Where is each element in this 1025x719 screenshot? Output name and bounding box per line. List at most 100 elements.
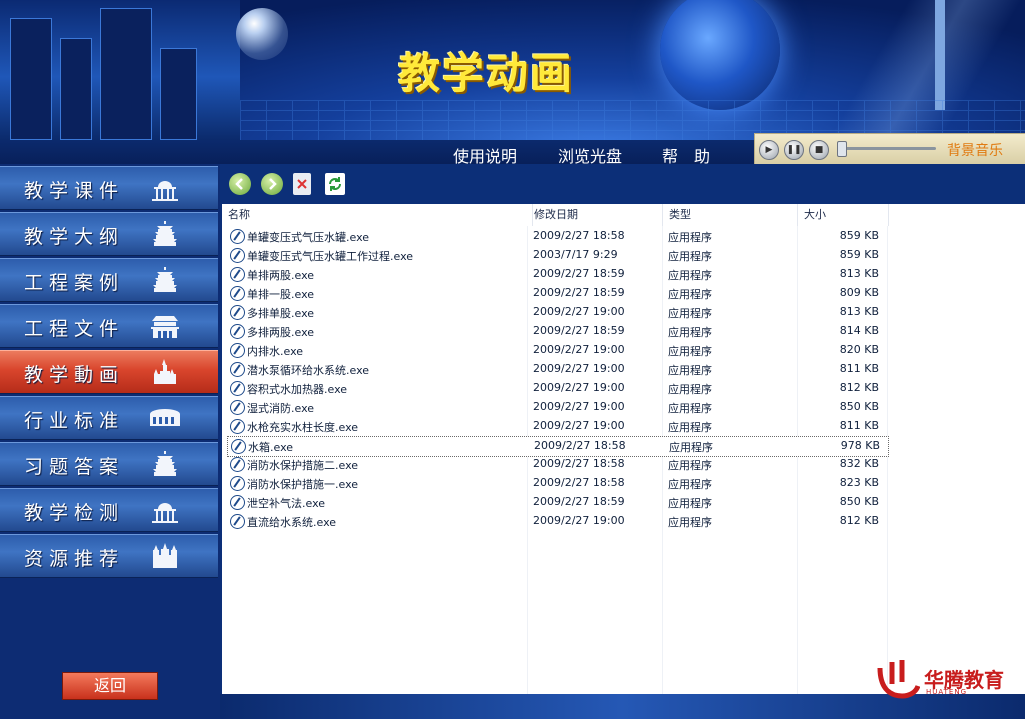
table-row[interactable]: 水枪充实水柱长度.exe 2009/2/27 19:00 应用程序 811 KB bbox=[227, 417, 887, 436]
temple-icon bbox=[153, 221, 177, 246]
file-type: 应用程序 bbox=[668, 497, 712, 510]
sidebar-item-label: 工程案例 bbox=[24, 272, 125, 294]
sidebar-item-engineering-cases[interactable]: 工程案例 bbox=[0, 258, 218, 302]
temple-icon bbox=[153, 451, 177, 476]
file-name: 消防水保护措施一.exe bbox=[247, 478, 359, 491]
sidebar-item-label: 教学大纲 bbox=[24, 226, 125, 248]
application-file-icon bbox=[230, 476, 245, 491]
file-type: 应用程序 bbox=[668, 402, 712, 415]
sidebar-item-resources[interactable]: 资源推荐 bbox=[0, 534, 218, 578]
header-banner: 教学动画 bbox=[0, 0, 1025, 140]
table-row[interactable]: 内排水.exe 2009/2/27 19:00 应用程序 820 KB bbox=[227, 341, 887, 360]
file-size: 814 KB bbox=[839, 324, 879, 337]
sidebar-item-courseware[interactable]: 教学课件 bbox=[0, 166, 218, 210]
table-row[interactable]: 单排两股.exe 2009/2/27 18:59 应用程序 813 KB bbox=[227, 265, 887, 284]
file-list: 名称 ˆ 修改日期 类型 大小 单罐变压式气压水罐.exe 2009/2/27 1… bbox=[222, 204, 1025, 694]
pause-icon[interactable]: ❚❚ bbox=[784, 140, 804, 160]
delete-icon[interactable] bbox=[293, 173, 311, 195]
application-file-icon bbox=[231, 439, 246, 454]
file-size: 813 KB bbox=[839, 267, 879, 280]
forward-arrow-icon[interactable] bbox=[261, 173, 283, 195]
capitol-building-icon bbox=[152, 503, 178, 523]
file-size: 859 KB bbox=[839, 229, 879, 242]
table-row[interactable]: 消防水保护措施二.exe 2009/2/27 18:58 应用程序 832 KB bbox=[227, 455, 887, 474]
file-date: 2009/2/27 18:59 bbox=[533, 324, 625, 337]
capitol-building-icon bbox=[152, 181, 178, 201]
file-size: 811 KB bbox=[839, 362, 879, 375]
application-file-icon bbox=[230, 457, 245, 472]
file-size: 812 KB bbox=[839, 381, 879, 394]
file-type: 应用程序 bbox=[668, 516, 712, 529]
file-date: 2003/7/17 9:29 bbox=[533, 248, 618, 261]
file-type: 应用程序 bbox=[668, 326, 712, 339]
table-row[interactable]: 容积式水加热器.exe 2009/2/27 19:00 应用程序 812 KB bbox=[227, 379, 887, 398]
column-header-date[interactable]: 修改日期 bbox=[528, 204, 663, 226]
sidebar-item-label: 行业标准 bbox=[24, 410, 125, 432]
sidebar: 教学课件 教学大纲 工程案例 工程文件 教学動画 行业标准 习题答案 教学检测 … bbox=[0, 164, 220, 719]
file-date: 2009/2/27 18:58 bbox=[534, 439, 626, 452]
file-size: 811 KB bbox=[839, 419, 879, 432]
file-size: 820 KB bbox=[839, 343, 879, 356]
file-name: 多排单股.exe bbox=[247, 307, 315, 320]
column-header-size[interactable]: 大小 bbox=[798, 204, 889, 226]
bubble-decoration bbox=[236, 8, 288, 60]
sidebar-item-syllabus[interactable]: 教学大纲 bbox=[0, 212, 218, 256]
temple-icon bbox=[153, 267, 177, 292]
refresh-icon[interactable] bbox=[325, 173, 345, 195]
sidebar-item-industry-standards[interactable]: 行业标准 bbox=[0, 396, 218, 440]
file-type: 应用程序 bbox=[668, 231, 712, 244]
file-type: 应用程序 bbox=[668, 288, 712, 301]
application-file-icon bbox=[230, 305, 245, 320]
application-file-icon bbox=[230, 495, 245, 510]
sidebar-item-teaching-test[interactable]: 教学检测 bbox=[0, 488, 218, 532]
file-size: 823 KB bbox=[839, 476, 879, 489]
company-logo: 华腾教育 HUATENG bbox=[874, 658, 1024, 700]
column-header-type[interactable]: 类型 bbox=[663, 204, 798, 226]
volume-track[interactable] bbox=[841, 147, 936, 150]
table-row[interactable]: 多排两股.exe 2009/2/27 18:59 应用程序 814 KB bbox=[227, 322, 887, 341]
table-row[interactable]: 水箱.exe 2009/2/27 18:58 应用程序 978 KB bbox=[227, 436, 889, 457]
file-name: 单排一股.exe bbox=[247, 288, 315, 301]
column-header-name[interactable]: 名称 bbox=[222, 204, 533, 226]
file-date: 2009/2/27 19:00 bbox=[533, 400, 625, 413]
file-name: 单罐变压式气压水罐.exe bbox=[247, 231, 370, 244]
file-type: 应用程序 bbox=[668, 269, 712, 282]
table-row[interactable]: 直流给水系统.exe 2009/2/27 19:00 应用程序 812 KB bbox=[227, 512, 887, 531]
table-row[interactable]: 多排单股.exe 2009/2/27 19:00 应用程序 813 KB bbox=[227, 303, 887, 322]
back-arrow-icon[interactable] bbox=[229, 173, 251, 195]
explorer-toolbar bbox=[220, 164, 1025, 204]
music-player: ▶ ❚❚ ■ 背景音乐 bbox=[754, 133, 1025, 165]
table-row[interactable]: 泄空补气法.exe 2009/2/27 18:59 应用程序 850 KB bbox=[227, 493, 887, 512]
colosseum-icon bbox=[150, 409, 180, 426]
stop-icon[interactable]: ■ bbox=[809, 140, 829, 160]
sidebar-item-label: 工程文件 bbox=[24, 318, 125, 340]
table-row[interactable]: 单排一股.exe 2009/2/27 18:59 应用程序 809 KB bbox=[227, 284, 887, 303]
volume-slider-handle[interactable] bbox=[837, 141, 847, 157]
back-button[interactable]: 返回 bbox=[62, 672, 158, 700]
table-row[interactable]: 潜水泵循环给水系统.exe 2009/2/27 19:00 应用程序 811 KB bbox=[227, 360, 887, 379]
column-divider bbox=[887, 226, 888, 694]
table-row[interactable]: 湿式消防.exe 2009/2/27 19:00 应用程序 850 KB bbox=[227, 398, 887, 417]
file-size: 832 KB bbox=[839, 457, 879, 470]
table-row[interactable]: 单罐变压式气压水罐.exe 2009/2/27 18:58 应用程序 859 KB bbox=[227, 227, 887, 246]
application-file-icon bbox=[230, 343, 245, 358]
play-icon[interactable]: ▶ bbox=[759, 140, 779, 160]
file-date: 2009/2/27 19:00 bbox=[533, 419, 625, 432]
background-music-label[interactable]: 背景音乐 bbox=[947, 140, 1003, 160]
application-file-icon bbox=[230, 362, 245, 377]
logo-mark-icon bbox=[877, 660, 920, 699]
file-size: 978 KB bbox=[840, 439, 880, 452]
table-row[interactable]: 消防水保护措施一.exe 2009/2/27 18:58 应用程序 823 KB bbox=[227, 474, 887, 493]
file-date: 2009/2/27 18:58 bbox=[533, 476, 625, 489]
file-name: 直流给水系统.exe bbox=[247, 516, 337, 529]
file-date: 2009/2/27 19:00 bbox=[533, 362, 625, 375]
globe-decoration bbox=[660, 0, 780, 110]
table-row[interactable]: 单罐变压式气压水罐工作过程.exe 2003/7/17 9:29 应用程序 859 K… bbox=[227, 246, 887, 265]
sidebar-item-animation[interactable]: 教学動画 bbox=[0, 350, 218, 394]
file-size: 850 KB bbox=[839, 495, 879, 508]
palace-icon bbox=[153, 543, 177, 568]
sidebar-item-exercise-answers[interactable]: 习题答案 bbox=[0, 442, 218, 486]
sidebar-item-engineering-files[interactable]: 工程文件 bbox=[0, 304, 218, 348]
file-type: 应用程序 bbox=[668, 345, 712, 358]
file-name: 多排两股.exe bbox=[247, 326, 315, 339]
